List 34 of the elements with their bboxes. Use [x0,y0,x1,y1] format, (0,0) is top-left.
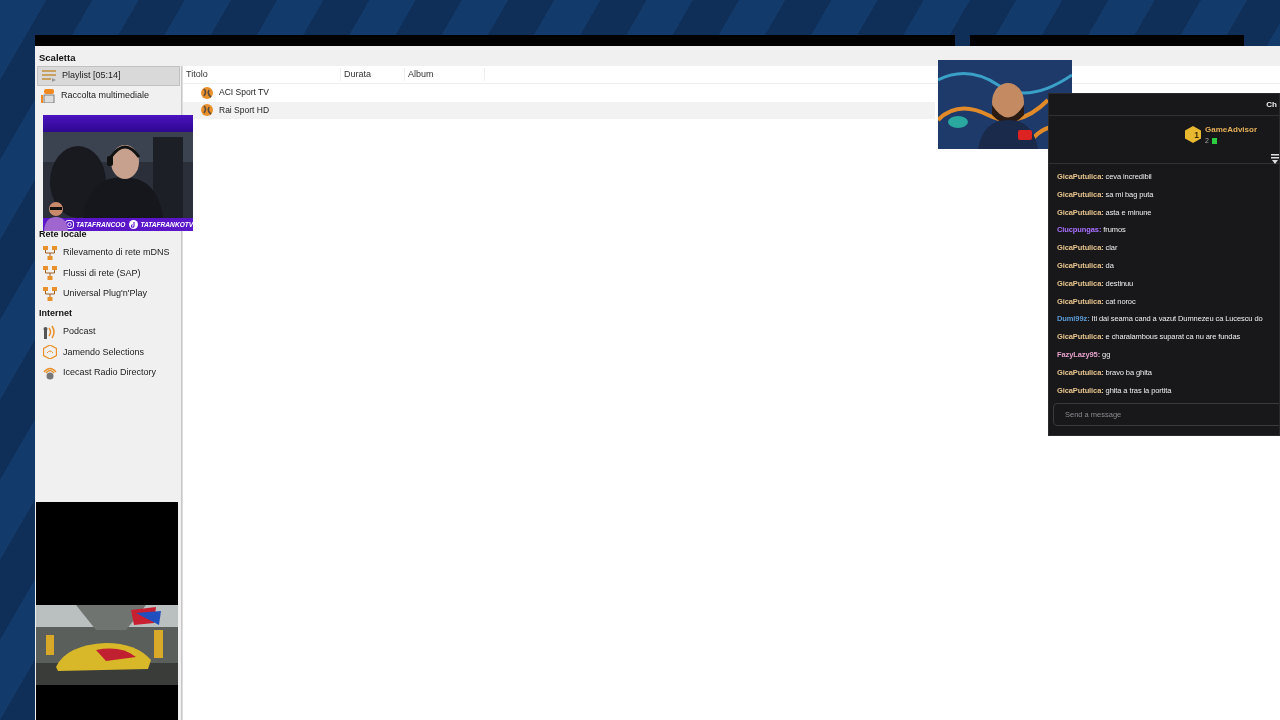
column-header[interactable]: Album [405,67,485,82]
chat-title: Ch [1266,98,1277,111]
leader-name: GameAdvisor [1205,124,1259,136]
globe-icon [201,104,213,117]
avatar-icon [43,199,69,231]
section-heading: Internet [38,307,73,320]
sidebar-title: Scaletta [38,51,77,65]
sidebar-item[interactable]: Icecast Radio Directory [37,362,180,383]
hexagon-icon [43,345,57,360]
sidebar-item[interactable]: Flussi di rete (SAP) [37,263,180,284]
sidebar-item[interactable]: Playlist [05:14] [37,66,180,86]
network-icon [43,266,57,281]
library-icon [41,89,55,103]
rank-number: 1 [1194,129,1199,142]
column-header[interactable]: Durata [341,67,405,82]
column-header[interactable]: Titolo [183,67,341,82]
hexagon-badge [1185,126,1201,143]
instagram-icon [65,220,74,229]
sidebar-item[interactable]: Rilevamento di rete mDNS [37,242,180,263]
network-icon [43,286,57,301]
sidebar-item[interactable]: Jamendo Selections [37,342,180,363]
broadcast-icon [43,365,57,380]
list-icon [42,69,56,83]
sidebar-item[interactable]: Raccolta multimediale [37,86,180,106]
sidebar-item[interactable]: Universal Plug'n'Play [37,283,180,304]
globe-icon [201,86,213,99]
filter-icon [1271,154,1279,164]
network-icon [43,245,57,260]
gem-icon [1211,138,1217,145]
sidebar-item[interactable]: Podcast [37,321,180,342]
playlist-row[interactable]: Rai Sport HD [183,101,935,119]
playlist-row[interactable]: ACI Sport TV [183,84,935,102]
section-heading: Rete locale [38,228,88,241]
podcast-icon [43,324,57,339]
